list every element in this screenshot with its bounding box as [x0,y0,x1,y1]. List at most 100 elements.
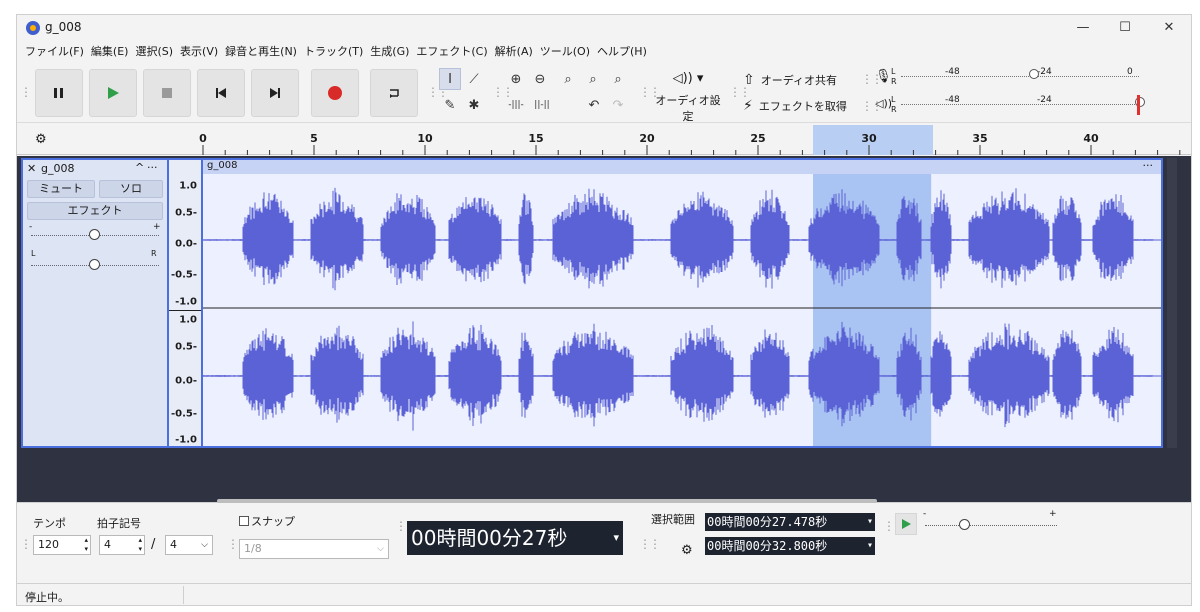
menu-help[interactable]: ヘルプ(H) [597,43,647,61]
track-name[interactable]: g_008 [41,162,74,175]
menu-analyze[interactable]: 解析(A) [495,43,533,61]
speed-slider-thumb[interactable] [959,519,970,530]
edit-grip-icon[interactable]: ⋮⋮ [492,85,514,99]
minimize-button[interactable]: — [1063,17,1103,39]
play-at-speed-button[interactable] [895,513,917,535]
status-bar: 停止中。 [17,583,1191,605]
clip-header[interactable]: g_008 ··· [203,159,1161,174]
toolbar-grip-icon[interactable]: ⋮⋮ [20,85,42,99]
time-sig-grip-icon[interactable]: ⋮⋮ [20,537,42,551]
selection-settings-gear-icon[interactable]: ⚙ [681,543,693,558]
speaker-icon[interactable]: ◁)) [875,97,892,110]
collapse-chevron-icon[interactable]: ^ [135,161,144,174]
snap-select[interactable]: 1/8 ⌵ [239,539,389,559]
envelope-tool-button[interactable]: ⟋ [463,68,485,90]
spin-arrows-icon[interactable]: ▴ ▾ [138,536,142,554]
track-control-panel[interactable]: ✕ g_008 ^ ··· ミュート ソロ エフェクト - + L R [21,158,169,448]
redo-button[interactable]: ↷ [607,94,629,116]
menu-edit[interactable]: 編集(E) [91,43,129,61]
menu-select[interactable]: 選択(S) [135,43,173,61]
recording-meter[interactable]: L R -48 -24 0 [891,67,1141,87]
menu-view[interactable]: 表示(V) [180,43,218,61]
record-icon [328,86,342,100]
share-audio-button[interactable]: ⇧ オーディオ共有 [743,69,837,91]
selection-tool-button[interactable]: I [439,68,461,90]
trim-button[interactable]: -|||- [505,94,527,116]
time-format-dropdown-icon[interactable]: ▾ [613,521,619,555]
waveform[interactable] [203,174,1161,446]
loop-button[interactable] [370,69,418,117]
timeline-ruler[interactable]: ⚙ 0 5 10 15 20 25 30 35 40 [17,125,1191,155]
time-grip-icon[interactable]: ⋮⋮ [395,519,417,533]
ruler-label: 25 [750,132,766,145]
fit-selection-button[interactable]: ⌕ [557,68,579,90]
play-meter-grip-icon[interactable]: ⋮⋮ [861,99,883,113]
undo-button[interactable]: ↶ [583,94,605,116]
tempo-input[interactable]: 120 ▴ ▾ [33,535,91,555]
skip-end-icon [270,88,280,98]
mute-button[interactable]: ミュート [27,180,95,198]
get-effects-button[interactable]: ⚡ エフェクトを取得 [743,95,847,117]
skip-to-end-button[interactable] [251,69,299,117]
skip-to-start-button[interactable] [197,69,245,117]
share-grip-icon[interactable]: ⋮⋮ [729,85,751,99]
meter-tick: -48 [945,95,960,105]
dropdown-icon[interactable]: ▾ [867,537,873,555]
multi-tool-button[interactable]: ✱ [463,94,485,116]
dropdown-icon[interactable]: ▾ [867,513,873,531]
time-sig-denominator-select[interactable]: 4 ⌵ [165,535,213,555]
close-button[interactable]: ✕ [1149,17,1189,39]
ruler-label: 35 [972,132,988,145]
clip-menu-icon[interactable]: ··· [1143,159,1154,172]
track-menu-icon[interactable]: ··· [147,161,158,174]
menu-generate[interactable]: 生成(G) [370,43,409,61]
rec-meter-slider[interactable] [1029,69,1039,79]
maximize-button[interactable]: ☐ [1105,17,1145,39]
get-effects-label: エフェクトを取得 [758,100,847,113]
pan-slider-thumb[interactable] [89,259,100,270]
selection-end-display[interactable]: 00時間00分32.800秒 ▾ [705,537,875,555]
clip-name: g_008 [207,160,238,171]
solo-button[interactable]: ソロ [99,180,163,198]
zoom-out-button[interactable]: ⊖ [529,68,551,90]
silence-button[interactable]: ||-|| [531,94,553,116]
upload-icon: ⇧ [743,72,755,88]
zoom-in-button[interactable]: ⊕ [505,68,527,90]
track-close-icon[interactable]: ✕ [27,162,36,175]
horizontal-scrollbar[interactable] [217,499,877,503]
time-display[interactable]: 00時間00分27秒 ▾ [407,521,623,555]
record-button[interactable] [311,69,359,117]
spin-arrows-icon[interactable]: ▴ ▾ [84,536,88,554]
play-button[interactable] [89,69,137,117]
redo-icon: ↷ [612,97,624,113]
gain-slider-thumb[interactable] [89,229,100,240]
menu-tracks[interactable]: トラック(T) [304,43,363,61]
microphone-icon[interactable]: 🎙 [875,69,892,84]
speed-plus-label: + [1049,509,1057,519]
snap-grip-icon[interactable]: ⋮⋮ [227,537,249,551]
draw-tool-button[interactable]: ✎ [439,94,461,116]
play-speed-grip-icon[interactable]: ⋮⋮ [883,519,905,533]
audio-setup-grip-icon[interactable]: ⋮⋮ [639,85,661,99]
effects-button[interactable]: エフェクト [27,202,163,220]
menu-tools[interactable]: ツール(O) [540,43,590,61]
tools-grip-icon[interactable]: ⋮⋮ [427,85,449,99]
meter-tick: -48 [945,67,960,77]
snap-checkbox[interactable]: スナップ [239,513,295,529]
menu-transport[interactable]: 録音と再生(N) [225,43,297,61]
selection-start-display[interactable]: 00時間00分27.478秒 ▾ [705,513,875,531]
pause-button[interactable] [35,69,83,117]
rec-meter-grip-icon[interactable]: ⋮⋮ [861,72,883,86]
audio-settings-button[interactable]: ◁)) ▾ オーディオ設定 [653,69,723,123]
menu-file[interactable]: ファイル(F) [25,43,84,61]
track-scrollbar[interactable] [1167,158,1177,448]
time-sig-numerator-input[interactable]: 4 ▴ ▾ [99,535,145,555]
zoom-toggle-button[interactable]: ⌕ [607,68,629,90]
fit-project-button[interactable]: ⌕ [582,68,604,90]
audio-clip[interactable]: g_008 ··· [201,158,1163,448]
menu-effect[interactable]: エフェクト(C) [416,43,487,61]
playback-meter[interactable]: L R -48 -24 [891,95,1145,115]
speed-slider-track[interactable] [925,525,1057,526]
stop-button[interactable] [143,69,191,117]
selection-grip-icon[interactable]: ⋮⋮ [639,537,661,551]
